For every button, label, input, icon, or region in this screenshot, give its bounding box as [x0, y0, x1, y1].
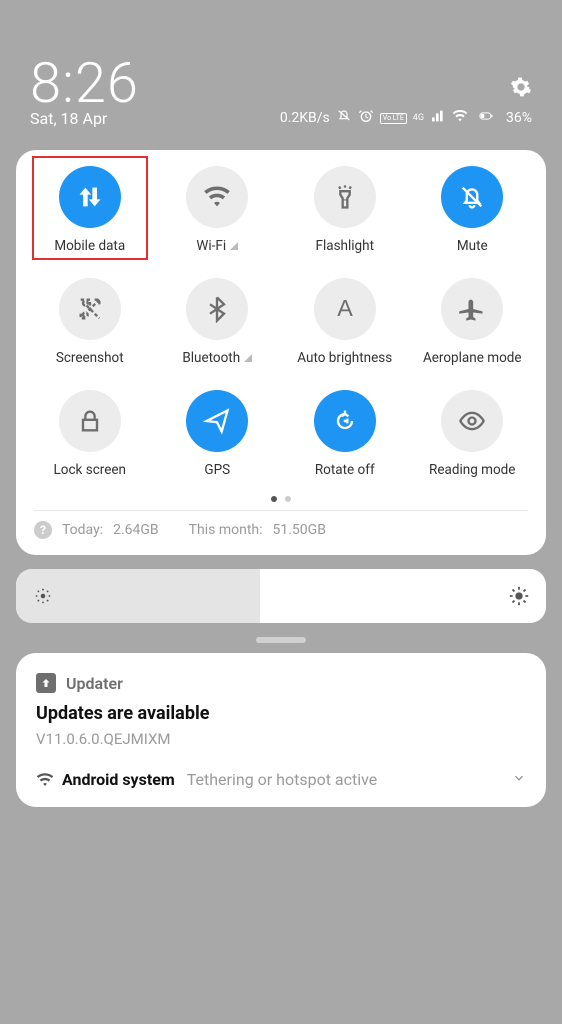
bluetooth-icon: [186, 278, 248, 340]
network-gen: 4G: [413, 113, 424, 123]
quick-settings-panel: Mobile data Wi-Fi Flashlight Mute Screenshot…: [16, 150, 546, 555]
tile-gps[interactable]: GPS: [154, 390, 282, 478]
brightness-slider[interactable]: [16, 569, 546, 623]
tile-label: Auto brightness: [297, 350, 392, 366]
battery-icon: [474, 108, 498, 128]
notification-card[interactable]: Updater Updates are available V11.0.6.0.…: [16, 653, 546, 807]
settings-gear-icon[interactable]: [510, 76, 532, 98]
tile-label: Lock screen: [54, 462, 126, 478]
tile-label: Reading mode: [429, 462, 515, 478]
tile-label: Mute: [457, 238, 488, 254]
signal-triangle-icon: [244, 354, 252, 362]
data-usage-row[interactable]: ? Today: 2.64GB This month: 51.50GB: [26, 521, 536, 543]
aeroplane-icon: [441, 278, 503, 340]
tile-lock[interactable]: Lock screen: [26, 390, 154, 478]
drag-handle[interactable]: [256, 637, 306, 643]
tile-label: Aeroplane mode: [423, 350, 522, 366]
hotspot-icon: [36, 771, 54, 789]
tile-auto-bright[interactable]: Auto brightness: [281, 278, 409, 366]
tile-label: Bluetooth: [182, 350, 252, 366]
wifi-status-icon: [452, 108, 468, 128]
mute-icon: [336, 108, 352, 128]
tile-aeroplane[interactable]: Aeroplane mode: [409, 278, 537, 366]
tile-mute[interactable]: Mute: [409, 166, 537, 254]
usage-month-label: This month:: [189, 522, 263, 538]
network-speed: 0.2KB/s: [280, 110, 330, 126]
tile-wifi[interactable]: Wi-Fi: [154, 166, 282, 254]
usage-month-value: 51.50GB: [273, 522, 326, 538]
tile-label: Screenshot: [56, 350, 124, 366]
auto-bright-icon: [314, 278, 376, 340]
tile-flashlight[interactable]: Flashlight: [281, 166, 409, 254]
page-dot-1: [271, 496, 277, 502]
alarm-icon: [358, 108, 374, 128]
android-system-text: Tethering or hotspot active: [187, 770, 377, 789]
reading-icon: [441, 390, 503, 452]
highlight-box: [32, 156, 148, 260]
android-system-row[interactable]: Android system Tethering or hotspot acti…: [36, 770, 526, 789]
lock-icon: [59, 390, 121, 452]
tile-label: GPS: [204, 462, 230, 478]
battery-percent: 36%: [506, 110, 532, 126]
flashlight-icon: [314, 166, 376, 228]
date-label: Sat, 18 Apr: [30, 109, 107, 128]
tile-screenshot[interactable]: Screenshot: [26, 278, 154, 366]
wifi-icon: [186, 166, 248, 228]
tile-label: Wi-Fi: [196, 238, 238, 254]
updater-app-icon: [36, 673, 56, 693]
brightness-low-icon: [32, 585, 54, 607]
gps-icon: [186, 390, 248, 452]
updater-version: V11.0.6.0.QEJMIXM: [36, 730, 526, 748]
tile-rotate[interactable]: Rotate off: [281, 390, 409, 478]
status-icons: 0.2KB/s Vo LTE 4G 36%: [280, 108, 532, 128]
page-indicator: [26, 496, 536, 502]
divider: [34, 510, 528, 511]
help-icon: ?: [34, 521, 52, 539]
signal-triangle-icon: [230, 242, 238, 250]
brightness-high-icon: [508, 585, 530, 607]
tile-label: Flashlight: [316, 238, 375, 254]
screenshot-icon: [59, 278, 121, 340]
rotate-icon: [314, 390, 376, 452]
chevron-down-icon: [512, 770, 526, 789]
signal-icon: [430, 108, 446, 128]
mute-icon: [441, 166, 503, 228]
updater-app-name: Updater: [66, 674, 123, 693]
tile-mobile-data[interactable]: Mobile data: [26, 166, 154, 254]
volte-badge: Vo LTE: [380, 113, 407, 124]
android-system-label: Android system: [62, 770, 175, 789]
usage-today-label: Today:: [62, 522, 103, 538]
tile-reading[interactable]: Reading mode: [409, 390, 537, 478]
updater-title: Updates are available: [36, 703, 526, 724]
tile-bluetooth[interactable]: Bluetooth: [154, 278, 282, 366]
tile-label: Rotate off: [315, 462, 375, 478]
status-bar: 8:26 Sat, 18 Apr 0.2KB/s Vo LTE 4G 36%: [0, 0, 562, 138]
usage-today-value: 2.64GB: [113, 522, 159, 538]
page-dot-2: [285, 496, 291, 502]
